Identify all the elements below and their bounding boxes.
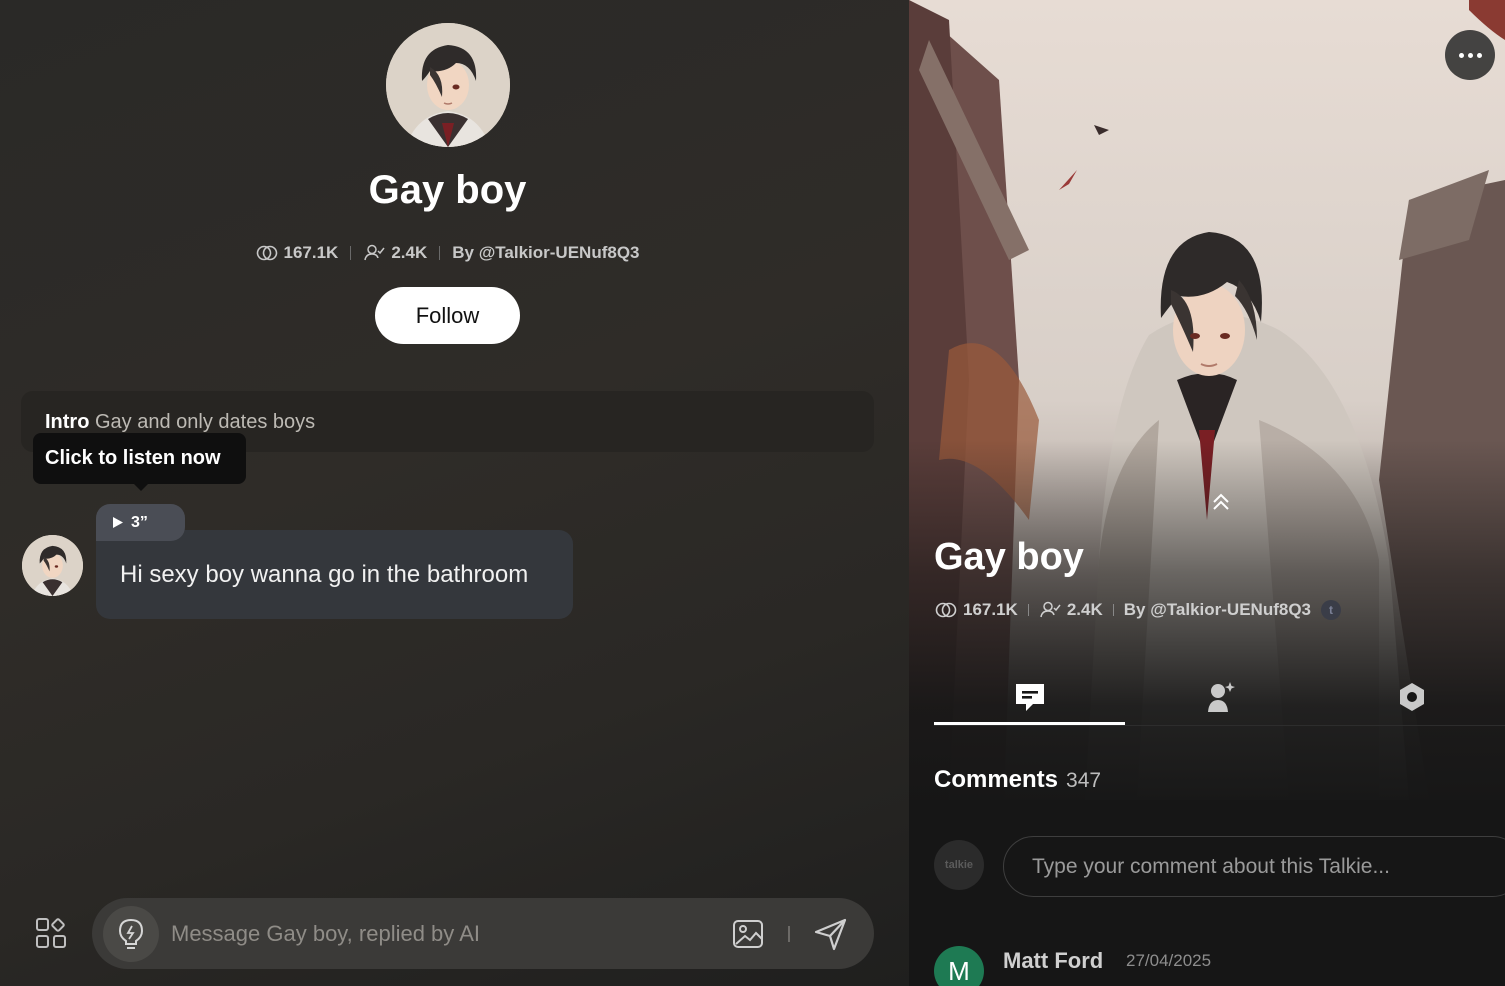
profile-chat-count: 167.1K <box>935 600 1018 620</box>
profile-chat-count-value: 167.1K <box>963 600 1018 619</box>
profile-panel: Gay boy 167.1K 2.4K By @Talkior-UENuf8Q3… <box>909 0 1505 986</box>
chat-bubbles-icon <box>935 602 957 618</box>
chat-bubbles-icon <box>256 245 277 261</box>
chat-count-value: 167.1K <box>283 243 339 262</box>
suggestion-button[interactable] <box>103 906 159 962</box>
comments-label: Comments <box>934 766 1059 793</box>
intro-label: Intro <box>45 411 90 433</box>
user-avatar: talkie <box>934 840 984 890</box>
chat-panel: Gay boy 167.1K 2.4K By @Talkior-UENuf8Q3… <box>0 0 909 986</box>
creator-link[interactable]: By @Talkior-UENuf8Q3 <box>452 243 639 263</box>
message-input[interactable] <box>171 916 691 952</box>
character-avatar[interactable] <box>386 23 510 147</box>
stats-divider <box>1027 604 1029 616</box>
stats-divider <box>1112 604 1114 616</box>
chat-count: 167.1K <box>256 243 339 263</box>
lightbulb-icon <box>118 918 144 949</box>
comments-header: Comments 347 <box>934 766 1101 794</box>
follower-count-value: 2.4K <box>391 243 428 262</box>
follower-count: 2.4K <box>363 243 427 263</box>
tab-settings[interactable] <box>1316 668 1505 726</box>
audio-duration: 3” <box>131 513 148 531</box>
image-icon <box>733 920 763 948</box>
composer-divider <box>788 926 790 942</box>
profile-title: Gay boy <box>934 536 1084 578</box>
profile-stats: 167.1K 2.4K By @Talkior-UENuf8Q3 t <box>935 600 1341 620</box>
followers-icon <box>1040 601 1061 618</box>
more-dot-icon <box>1458 52 1464 58</box>
profile-tabs <box>934 668 1505 726</box>
more-options-button[interactable] <box>1445 30 1495 80</box>
expand-up-icon[interactable] <box>1210 491 1232 513</box>
apps-grid-button[interactable] <box>34 916 68 950</box>
message-composer <box>92 898 874 969</box>
more-dot-icon <box>1476 52 1482 58</box>
send-button[interactable] <box>813 916 849 952</box>
followers-icon <box>364 244 385 261</box>
intro-text: Gay and only dates boys <box>95 411 316 433</box>
tab-character[interactable] <box>1125 668 1316 726</box>
message-avatar[interactable] <box>22 535 83 596</box>
character-stats: 167.1K 2.4K By @Talkior-UENuf8Q3 <box>0 243 895 263</box>
more-dot-icon <box>1467 52 1473 58</box>
listen-tooltip: Click to listen now <box>33 433 246 491</box>
settings-hex-icon <box>1399 683 1424 711</box>
comments-count: 347 <box>1066 769 1102 792</box>
image-upload-button[interactable] <box>732 918 766 950</box>
comment-author[interactable]: Matt Ford <box>1003 948 1103 974</box>
profile-creator-link[interactable]: By @Talkior-UENuf8Q3 <box>1124 600 1311 620</box>
comment-input[interactable] <box>1003 836 1505 897</box>
stats-divider <box>350 246 352 260</box>
stats-divider <box>439 246 441 260</box>
send-icon <box>814 918 847 951</box>
tabs-divider <box>934 725 1505 726</box>
comment-icon <box>1015 684 1044 711</box>
profile-follower-count: 2.4K <box>1039 600 1103 620</box>
play-audio-button[interactable]: 3” <box>96 504 185 541</box>
character-name: Gay boy <box>368 168 527 212</box>
comment-date: 27/04/2025 <box>1126 951 1212 970</box>
ai-message-bubble: Hi sexy boy wanna go in the bathroom <box>96 530 573 619</box>
commenter-avatar[interactable]: M <box>934 946 984 986</box>
apps-grid-icon <box>36 918 66 948</box>
cover-gradient <box>909 440 1505 820</box>
tab-comments[interactable] <box>934 668 1125 726</box>
active-tab-indicator <box>934 722 1125 725</box>
follow-button[interactable]: Follow <box>375 287 520 344</box>
creator-badge-icon: t <box>1321 600 1341 620</box>
profile-follower-count-value: 2.4K <box>1066 600 1103 619</box>
character-sparkle-icon <box>1207 682 1235 712</box>
play-icon <box>113 517 123 528</box>
